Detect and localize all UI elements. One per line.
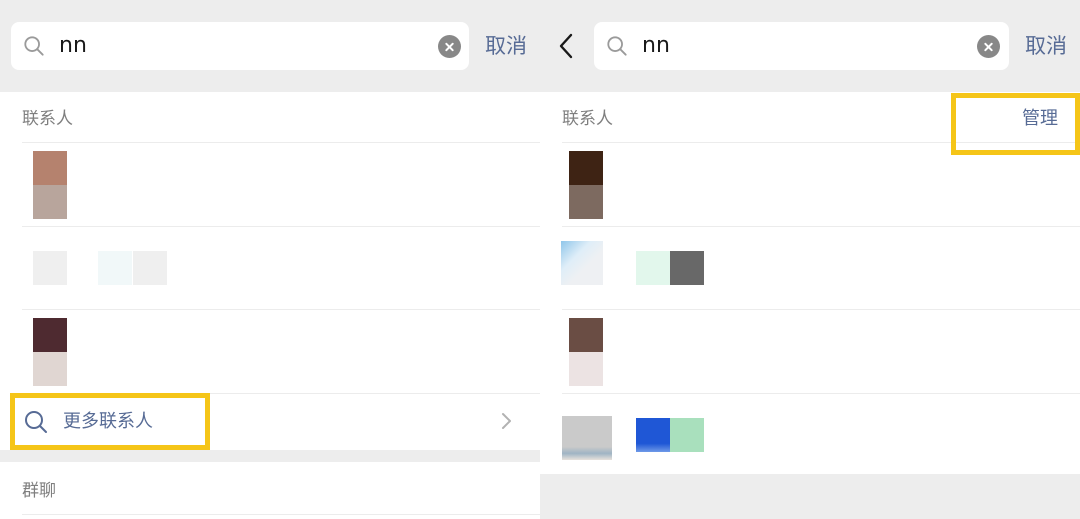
manage-button[interactable]: 管理 bbox=[1022, 108, 1058, 130]
list-item[interactable] bbox=[0, 227, 540, 309]
list-item[interactable] bbox=[0, 310, 540, 393]
blurred-name bbox=[98, 251, 132, 285]
search-icon bbox=[24, 36, 44, 56]
list-item[interactable] bbox=[540, 143, 1080, 226]
avatar bbox=[33, 318, 67, 386]
search-icon bbox=[607, 36, 627, 56]
list-item[interactable] bbox=[540, 310, 1080, 393]
left-search-panel: nn 取消 联系人 更多联系人 群聊 bbox=[0, 0, 540, 519]
section-label-group-chat: 群聊 bbox=[22, 481, 56, 501]
blurred-name bbox=[670, 251, 704, 285]
contacts-section: 联系人 bbox=[540, 92, 1080, 474]
search-input[interactable]: nn bbox=[642, 32, 670, 60]
section-label-contacts: 联系人 bbox=[562, 109, 613, 129]
search-icon bbox=[25, 411, 47, 433]
clear-icon[interactable] bbox=[977, 35, 1000, 58]
more-contacts-row[interactable]: 更多联系人 bbox=[0, 394, 540, 450]
avatar bbox=[569, 151, 603, 219]
cancel-button[interactable]: 取消 bbox=[485, 32, 527, 60]
search-bar[interactable]: nn bbox=[594, 22, 1009, 70]
more-contacts-label: 更多联系人 bbox=[63, 411, 153, 432]
group-chat-section: 群聊 bbox=[0, 462, 540, 519]
chevron-right-icon bbox=[502, 413, 511, 429]
divider bbox=[22, 514, 540, 515]
search-bar[interactable]: nn bbox=[11, 22, 469, 70]
section-label-contacts: 联系人 bbox=[22, 109, 73, 129]
avatar bbox=[33, 151, 67, 219]
clear-icon[interactable] bbox=[438, 35, 461, 58]
right-search-panel: nn 取消 联系人 管理 bbox=[540, 0, 1080, 519]
back-icon[interactable] bbox=[554, 32, 578, 60]
list-item[interactable] bbox=[540, 227, 1080, 309]
search-input[interactable]: nn bbox=[59, 32, 87, 60]
blurred-name bbox=[670, 418, 704, 452]
blurred-name bbox=[636, 251, 670, 285]
blurred-name bbox=[133, 251, 167, 285]
avatar bbox=[561, 241, 603, 285]
blurred-name bbox=[636, 418, 670, 452]
avatar bbox=[33, 251, 67, 285]
list-item[interactable] bbox=[0, 143, 540, 226]
cancel-button[interactable]: 取消 bbox=[1025, 32, 1067, 60]
avatar bbox=[569, 318, 603, 386]
avatar bbox=[562, 416, 612, 460]
list-item[interactable] bbox=[540, 394, 1080, 474]
